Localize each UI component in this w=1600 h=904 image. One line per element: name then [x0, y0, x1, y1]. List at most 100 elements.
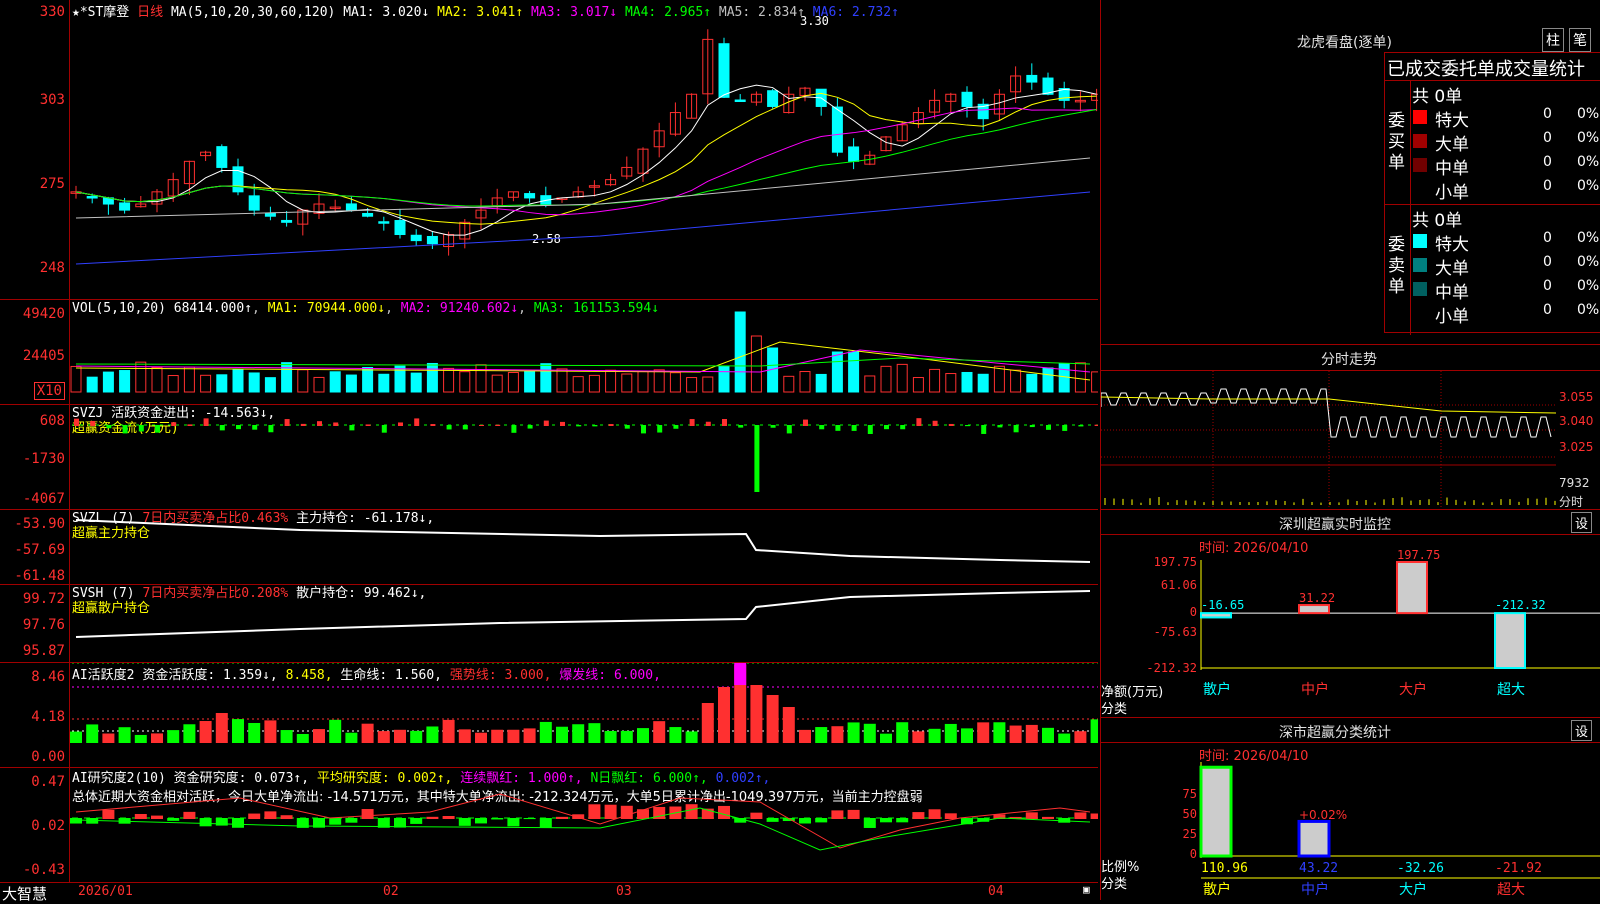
intraday-chart[interactable] [1101, 345, 1600, 510]
fund-flow-bar [689, 419, 695, 426]
fund-flow-bar [608, 424, 614, 426]
activity-bar [701, 703, 714, 743]
candlestick-chart[interactable] [0, 0, 1098, 300]
svzl-panel[interactable]: -53.90 -57.69 -61.48 SVZL (7) 7日内买卖净占比0.… [0, 510, 1098, 585]
volume-bar [200, 374, 212, 393]
svzj-panel[interactable]: 608 -1730 -4067 SVZJ 活跃资金进出: -14.563↓, 超… [0, 405, 1098, 510]
activity-bar [928, 728, 941, 743]
activity-bar [718, 687, 730, 743]
buy-count: 0 [1543, 178, 1552, 194]
sell-type: 中单 [1435, 283, 1469, 303]
candle [119, 202, 131, 211]
x-tick: 04 [988, 884, 1004, 899]
fund-flow-bar [657, 425, 663, 433]
fund-flow-bar [1013, 425, 1019, 433]
research-bar [1025, 812, 1038, 819]
stats-category: 散户 [1203, 881, 1231, 898]
volume-bar [750, 335, 762, 393]
volume-bar [929, 368, 941, 393]
research-bar [248, 813, 261, 819]
volume-bar [1026, 373, 1038, 393]
svzl-chart[interactable] [0, 510, 1098, 585]
research-bar [264, 811, 277, 819]
svsh-chart[interactable] [0, 585, 1098, 663]
volume-bar [345, 374, 357, 393]
research-bar [102, 809, 115, 819]
fund-flow-bar [381, 425, 387, 433]
research-line [75, 793, 1091, 849]
activity-bar [653, 721, 666, 743]
monitor-value-label: -212.32 [1495, 598, 1546, 612]
fund-flow-bar [624, 425, 630, 429]
x-tick: 03 [616, 884, 632, 899]
fund-flow-bar [884, 425, 889, 430]
fund-flow-bar [673, 425, 679, 429]
main-holding-line [75, 519, 1091, 563]
volume-bar [281, 362, 293, 393]
color-swatch [1413, 258, 1427, 272]
activity-bar [329, 719, 342, 743]
fund-flow-bar [916, 418, 922, 426]
candle [718, 43, 730, 98]
fund-flow-bar [527, 425, 533, 429]
volume-bar [329, 371, 341, 393]
fund-flow-bar [1029, 425, 1035, 428]
intraday-panel[interactable]: 分时走势 3.055 3.040 3.025 7932 分时 [1100, 345, 1600, 510]
fund-flow-bar [414, 418, 420, 426]
lock-icon[interactable]: ▣ [1083, 883, 1090, 896]
svzj-chart[interactable] [0, 405, 1098, 510]
ai-research-chart[interactable] [0, 768, 1098, 882]
research-bar [637, 809, 649, 819]
activity-bar [685, 731, 698, 743]
volume-chart[interactable] [0, 300, 1098, 405]
fund-flow-bar [284, 419, 290, 426]
fund-flow-bar [1046, 425, 1051, 430]
ma6-line [75, 191, 1091, 265]
volume-bar [572, 376, 584, 393]
volume-bar [864, 375, 876, 393]
monitor-tick: 197.75 [1154, 555, 1197, 569]
volume-bar [945, 373, 957, 393]
volume-bar [475, 364, 487, 393]
activity-bar [1009, 725, 1022, 743]
ai-activity-chart[interactable] [0, 663, 1098, 768]
ai-activity-panel[interactable]: 8.46 4.18 0.00 AI活跃度2 资金活跃度: 1.359↓, 8.4… [0, 663, 1098, 768]
research-bar [831, 810, 844, 819]
buy-section: 委买单 共 0单 特大 0 0% 大单 0 0% 中单 0 0% 小单 0 0% [1385, 80, 1600, 205]
activity-bar [458, 729, 471, 743]
buy-type: 中单 [1435, 159, 1469, 179]
volume-bar [232, 369, 244, 393]
fund-flow-bar [867, 425, 873, 434]
svsh-panel[interactable]: 99.72 97.76 95.87 SVSH (7) 7日内买卖净占比0.208… [0, 585, 1098, 663]
ai-research-panel[interactable]: 0.47 0.02 -0.43 AI研究度2(10) 资金研究度: 0.073↑… [0, 768, 1098, 882]
volume-bar [151, 366, 163, 393]
research-bar [1042, 816, 1054, 819]
vol-ma1-line [75, 341, 1091, 381]
fund-flow-bar [705, 421, 711, 426]
volume-bar [443, 367, 455, 393]
buy-row: 小单 0 0% [1411, 178, 1600, 203]
buy-row: 特大 0 0% [1411, 106, 1600, 131]
sell-count: 0 [1543, 302, 1552, 318]
activity-bar [669, 727, 682, 743]
kline-panel[interactable]: 330 303 275 248 ★*ST摩登 日线 MA(5,10,20,30,… [0, 0, 1098, 300]
volume-bar [848, 351, 860, 393]
activity-bar [264, 720, 277, 743]
activity-bar [280, 730, 293, 743]
research-bar [685, 804, 698, 819]
volume-bar [410, 372, 422, 393]
volume-bar [524, 370, 536, 393]
research-bar [475, 818, 487, 824]
fund-flow-bar [106, 425, 112, 429]
activity-bar [1090, 719, 1098, 743]
fund-flow-bar [138, 425, 144, 432]
stats-category: 大户 [1399, 881, 1427, 898]
volume-bar [507, 371, 519, 393]
volume-bar [540, 363, 552, 393]
volume-panel[interactable]: 49420 24405 X10 VOL(5,10,20) 68414.000↑,… [0, 300, 1098, 405]
bar-mode-button[interactable]: 柱 [1542, 28, 1564, 52]
sell-percent: 0% [1577, 278, 1600, 294]
stats-panel: 深市超赢分类统计 设 时间: 2026/04/10 比例% 分类 +0.02% … [1100, 718, 1600, 900]
tick-mode-button[interactable]: 笔 [1569, 28, 1591, 52]
sell-count: 0 [1543, 278, 1552, 294]
